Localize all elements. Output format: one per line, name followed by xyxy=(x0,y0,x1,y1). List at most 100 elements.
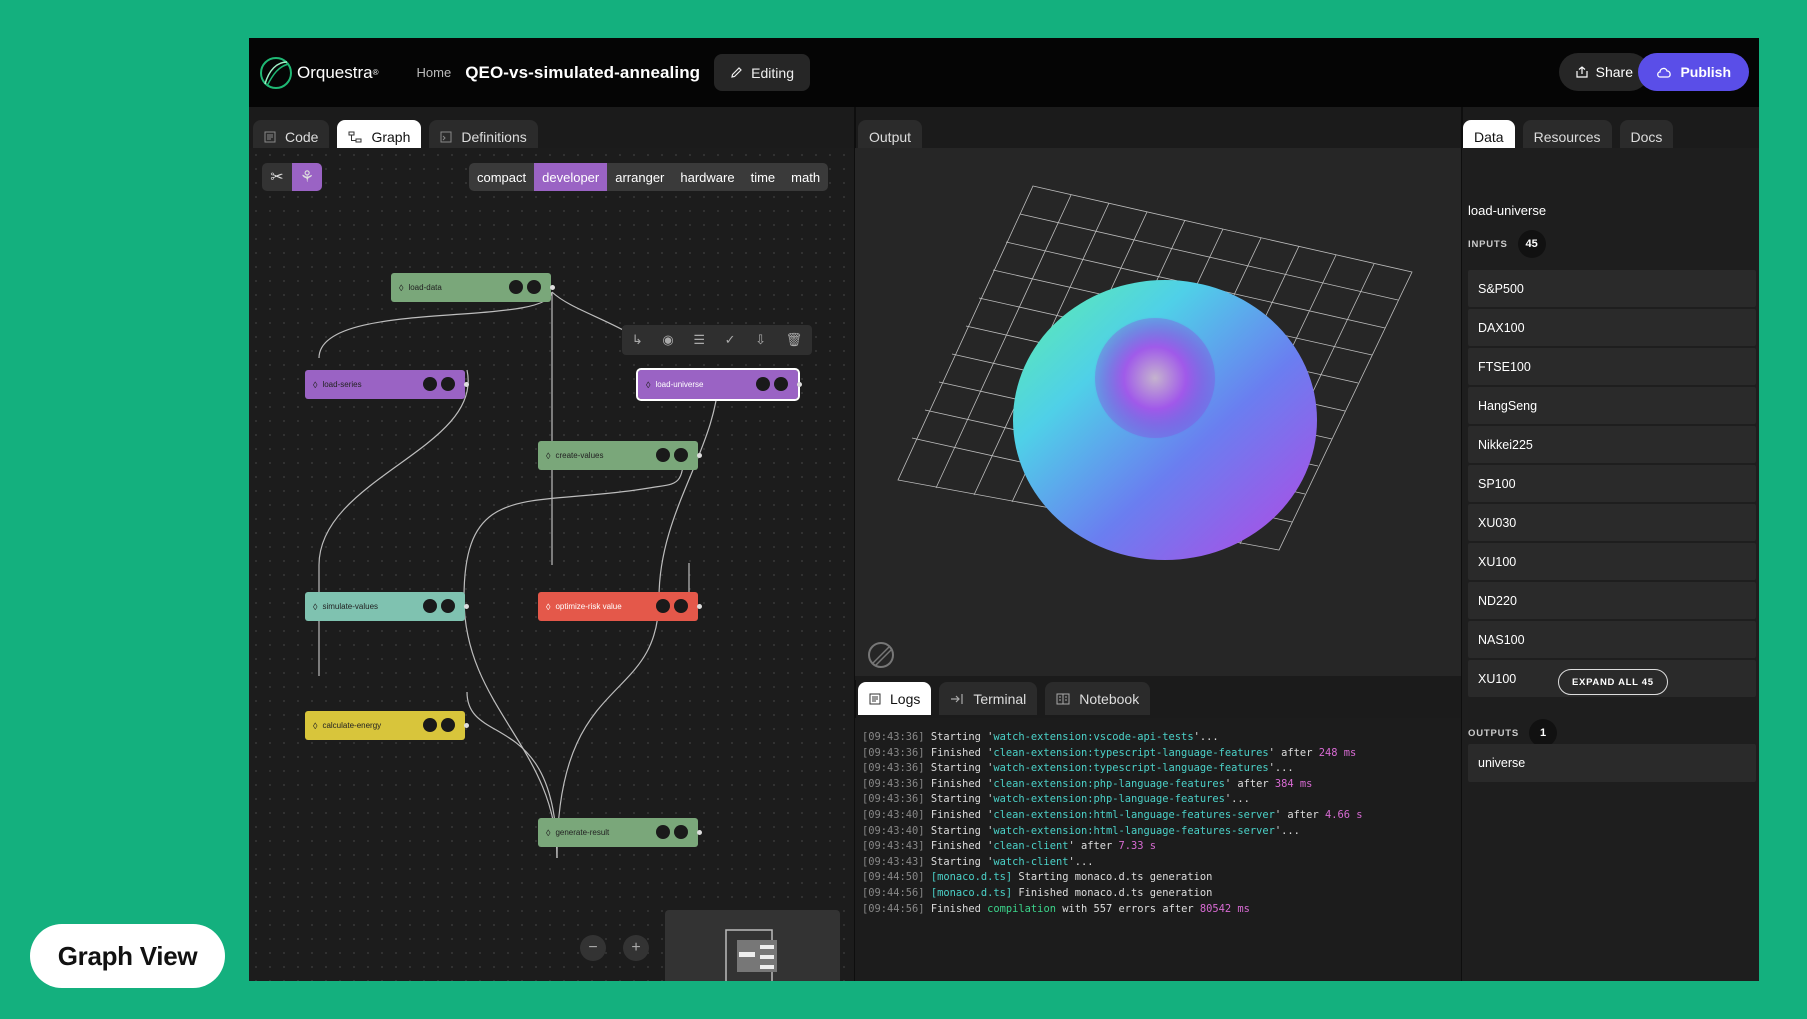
tab-logs-label: Logs xyxy=(890,690,921,707)
node-port[interactable] xyxy=(464,604,469,609)
tab-resources-label: Resources xyxy=(1533,128,1601,145)
branch-icon[interactable] xyxy=(441,377,455,391)
tab-terminal[interactable]: Terminal xyxy=(939,682,1038,715)
check-circle-icon[interactable]: ✓ xyxy=(725,332,736,348)
layout-developer[interactable]: developer xyxy=(534,163,608,191)
branch-icon[interactable] xyxy=(674,825,688,839)
node-load-series[interactable]: ◊ load-series xyxy=(305,370,469,399)
graph-canvas[interactable]: ✂ ⚘ compact developer arranger hardware … xyxy=(249,148,854,981)
layout-mode-selector: compact developer arranger hardware time… xyxy=(469,163,829,191)
tab-definitions-label: Definitions xyxy=(461,128,527,145)
log-timestamp: [09:43:43] xyxy=(862,855,925,868)
node-simulate-values[interactable]: ◊ simulate-values xyxy=(305,592,469,621)
branch-icon[interactable] xyxy=(441,718,455,732)
node-calculate-energy[interactable]: ◊ calculate-energy xyxy=(305,711,469,740)
input-item[interactable]: Nikkei225 xyxy=(1468,426,1756,463)
input-item[interactable]: ND220 xyxy=(1468,582,1756,619)
node-port[interactable] xyxy=(550,285,555,290)
graph-edges xyxy=(318,291,720,859)
share-button[interactable]: Share xyxy=(1558,53,1649,91)
zoom-out-button[interactable]: − xyxy=(580,935,606,961)
eye-icon[interactable] xyxy=(423,377,437,391)
input-item[interactable]: FTSE100 xyxy=(1468,348,1756,385)
share-icon xyxy=(1576,66,1588,78)
output-viewer[interactable] xyxy=(855,148,1461,676)
log-text: Finished xyxy=(930,902,988,915)
layout-hardware[interactable]: hardware xyxy=(672,163,742,191)
eye-icon[interactable]: ◉ xyxy=(662,332,673,348)
download-icon[interactable]: ⇩ xyxy=(755,332,766,348)
eye-icon[interactable] xyxy=(656,825,670,839)
node-load-data[interactable]: ◊ load-data xyxy=(391,273,555,302)
layout-arranger[interactable]: arranger xyxy=(607,163,672,191)
eye-icon[interactable] xyxy=(756,377,770,391)
connect-icon[interactable]: ↳ xyxy=(632,332,643,348)
cloud-icon xyxy=(1657,67,1672,78)
node-pin-icon: ◊ xyxy=(313,720,318,731)
connect-tool-icon[interactable]: ✂ xyxy=(262,163,292,191)
log-text: Finished ' xyxy=(930,777,994,790)
node-port[interactable] xyxy=(697,453,702,458)
node-label: load-universe xyxy=(655,380,704,389)
log-text: watch-client xyxy=(993,855,1069,868)
input-item[interactable]: XU100 xyxy=(1468,543,1756,580)
log-text: watch-extension:typescript-language-feat… xyxy=(993,762,1269,775)
expand-all-button[interactable]: EXPAND ALL 45 xyxy=(1558,669,1668,695)
log-line: [09:43:36] Starting 'watch-extension:typ… xyxy=(862,761,1363,777)
eye-icon[interactable] xyxy=(656,599,670,613)
node-port[interactable] xyxy=(464,382,469,387)
log-timestamp: [09:43:36] xyxy=(862,793,925,806)
node-port[interactable] xyxy=(464,723,469,728)
branch-icon[interactable] xyxy=(674,599,688,613)
eye-icon[interactable] xyxy=(656,448,670,462)
app-window: Orquestra ® Home QEO-vs-simulated-anneali… xyxy=(249,38,1759,981)
branch-icon[interactable] xyxy=(774,377,788,391)
list-icon[interactable]: ☰ xyxy=(693,332,705,348)
eye-icon[interactable] xyxy=(509,280,523,294)
branch-icon[interactable] xyxy=(527,280,541,294)
log-text: Starting ' xyxy=(930,762,994,775)
node-generate-result[interactable]: ◊ generate-result xyxy=(538,818,702,847)
node-port[interactable] xyxy=(797,382,802,387)
editing-button[interactable]: Editing xyxy=(714,54,810,91)
node-load-universe[interactable]: ◊ load-universe xyxy=(636,368,802,401)
input-item[interactable]: XU030 xyxy=(1468,504,1756,541)
eye-icon[interactable] xyxy=(423,718,437,732)
output-item[interactable]: universe xyxy=(1468,744,1756,782)
tab-notebook[interactable]: Notebook xyxy=(1045,682,1151,715)
input-item[interactable]: S&P500 xyxy=(1468,270,1756,307)
node-optimize-risk-value[interactable]: ◊ optimize-risk value xyxy=(538,592,702,621)
input-item[interactable]: NAS100 xyxy=(1468,621,1756,658)
branch-icon[interactable] xyxy=(674,448,688,462)
layout-time[interactable]: time xyxy=(743,163,784,191)
input-item[interactable]: SP100 xyxy=(1468,465,1756,502)
node-port[interactable] xyxy=(697,604,702,609)
orquestra-logo[interactable]: Orquestra ® xyxy=(259,56,379,90)
arrange-tool-icon[interactable]: ⚘ xyxy=(292,163,322,191)
graph-minimap[interactable] xyxy=(665,910,840,981)
node-port[interactable] xyxy=(697,830,702,835)
log-timestamp: [09:44:56] xyxy=(862,886,925,899)
logs-icon xyxy=(869,693,881,704)
zoom-in-button[interactable]: + xyxy=(623,935,649,961)
log-text: ' after xyxy=(1268,746,1319,759)
input-item[interactable]: DAX100 xyxy=(1468,309,1756,346)
tab-logs[interactable]: Logs xyxy=(858,682,932,715)
trash-icon[interactable]: 🗑 xyxy=(786,332,803,348)
branch-icon[interactable] xyxy=(441,599,455,613)
tab-terminal-label: Terminal xyxy=(973,690,1027,707)
layout-compact[interactable]: compact xyxy=(469,163,534,191)
eye-icon[interactable] xyxy=(423,599,437,613)
node-label: calculate-energy xyxy=(322,721,382,730)
breadcrumb-home[interactable]: Home xyxy=(417,65,452,80)
tab-output-label: Output xyxy=(869,128,912,145)
log-text: 248 ms xyxy=(1318,746,1357,759)
layout-math[interactable]: math xyxy=(783,163,828,191)
node-create-values[interactable]: ◊ create-values xyxy=(538,441,702,470)
definitions-icon xyxy=(440,131,452,142)
logs-panel[interactable]: [09:43:36] Starting 'watch-extension:vsc… xyxy=(855,718,1461,981)
editing-label: Editing xyxy=(751,64,794,81)
log-text: ' after xyxy=(1068,840,1119,853)
input-item[interactable]: HangSeng xyxy=(1468,387,1756,424)
publish-button[interactable]: Publish xyxy=(1638,53,1749,91)
